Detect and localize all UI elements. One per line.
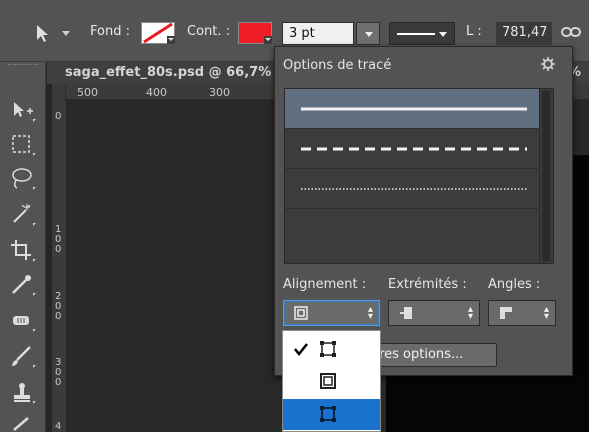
vruler-label: 3 0 0 [55, 357, 62, 388]
document-tab-title: saga_effet_80s.psd @ 66,7% [65, 65, 272, 80]
ruler-tick: 500 [77, 86, 98, 99]
select-arrows-icon: ▴ ▾ [467, 304, 473, 322]
align-inside-icon [294, 306, 308, 320]
caps-label: Extrémités : [388, 277, 467, 292]
crop-icon [11, 240, 31, 260]
bandage-icon [13, 316, 29, 325]
corners-select[interactable]: ▴ ▾ [488, 300, 556, 326]
more-options-label: tres options... [374, 347, 464, 362]
checkmark-icon [294, 343, 308, 356]
eyedropper-icon [12, 275, 31, 294]
fill-swatch[interactable] [141, 22, 175, 44]
magic-wand-tool-button[interactable] [8, 202, 38, 228]
stroke-type-preview [397, 33, 435, 35]
fill-label: Fond : [90, 24, 130, 39]
ruler-origin[interactable] [52, 84, 66, 100]
more-options-button[interactable]: tres options... [373, 343, 497, 367]
tools-panel [0, 62, 46, 432]
alignment-dropdown-list [282, 330, 381, 432]
dashed-line-preview [301, 147, 527, 151]
caps-select[interactable]: ▴ ▾ [388, 300, 480, 326]
history-brush-icon [13, 417, 29, 431]
solid-line-preview [301, 107, 527, 111]
link-icon[interactable] [561, 25, 581, 39]
magic-wand-icon [13, 204, 31, 223]
alignment-label: Alignement : [283, 277, 367, 292]
brush-icon [12, 346, 31, 366]
align-center-icon [320, 373, 336, 389]
stroke-style-scrollbar[interactable] [540, 88, 554, 264]
vruler-label: 2 0 0 [55, 291, 62, 322]
dotted-line-preview [301, 188, 527, 190]
move-tool-button[interactable] [8, 98, 38, 124]
marquee-tool-button[interactable] [8, 132, 38, 158]
vertical-ruler[interactable]: 0 1 0 0 2 0 0 3 0 0 4 [52, 100, 66, 432]
path-selection-arrow-icon[interactable] [34, 24, 52, 44]
vruler-label: 0 [55, 111, 62, 122]
stroke-style-dotted[interactable] [285, 169, 539, 209]
stroke-style-list [284, 88, 540, 264]
ruler-tick: 400 [146, 86, 167, 99]
stroke-label: Cont. : [187, 24, 231, 39]
alignment-option-inside[interactable] [283, 334, 380, 365]
lasso-icon [12, 168, 32, 189]
align-outside-icon [320, 406, 336, 422]
crop-tool-button[interactable] [8, 238, 38, 264]
stroke-options-panel: Options de tracé Alignement : Extrémités… [274, 46, 573, 376]
alignment-option-outside[interactable] [283, 399, 380, 430]
gear-icon[interactable] [541, 57, 555, 71]
ruler-tick: 300 [209, 86, 230, 99]
stroke-width-dropdown-button[interactable] [356, 22, 380, 45]
healing-brush-tool-button[interactable] [8, 308, 38, 334]
alignment-option-center[interactable] [283, 366, 380, 397]
stroke-width-input[interactable]: 3 pt [282, 22, 354, 45]
select-arrows-icon: ▴ ▾ [367, 304, 373, 322]
stroke-type-dropdown[interactable] [389, 22, 455, 45]
select-arrows-icon: ▴ ▾ [543, 304, 549, 322]
brush-tool-button[interactable] [8, 344, 38, 370]
clone-stamp-tool-button[interactable] [8, 380, 38, 406]
align-inside-icon [320, 341, 336, 357]
stroke-options-title: Options de tracé [283, 58, 392, 73]
vruler-label: 1 0 0 [55, 224, 62, 255]
scrollbar-thumb[interactable] [542, 91, 550, 261]
move-arrow-icon [14, 102, 33, 117]
corners-label: Angles : [488, 277, 541, 292]
stamp-icon [14, 383, 30, 402]
miter-join-icon [500, 307, 512, 319]
tool-preset-caret-icon[interactable] [62, 31, 70, 36]
stroke-style-solid[interactable] [285, 89, 539, 129]
length-input[interactable]: 781,47 [496, 22, 552, 45]
marquee-icon [12, 135, 30, 153]
alignment-select[interactable]: ▴ ▾ [283, 300, 380, 326]
stroke-swatch-caret-icon [264, 36, 272, 44]
lasso-tool-button[interactable] [8, 166, 38, 192]
vruler-label: 4 [55, 421, 62, 432]
length-label: L : [466, 24, 482, 39]
butt-cap-icon [400, 307, 412, 319]
panel-grip[interactable] [8, 64, 38, 66]
chevron-down-icon [439, 32, 447, 37]
fill-swatch-caret-icon [167, 36, 175, 44]
eyedropper-tool-button[interactable] [8, 272, 38, 298]
history-brush-tool-button[interactable] [8, 412, 38, 432]
stroke-color-swatch[interactable] [238, 22, 272, 44]
stroke-style-empty [285, 209, 539, 249]
stroke-style-dashed[interactable] [285, 129, 539, 169]
